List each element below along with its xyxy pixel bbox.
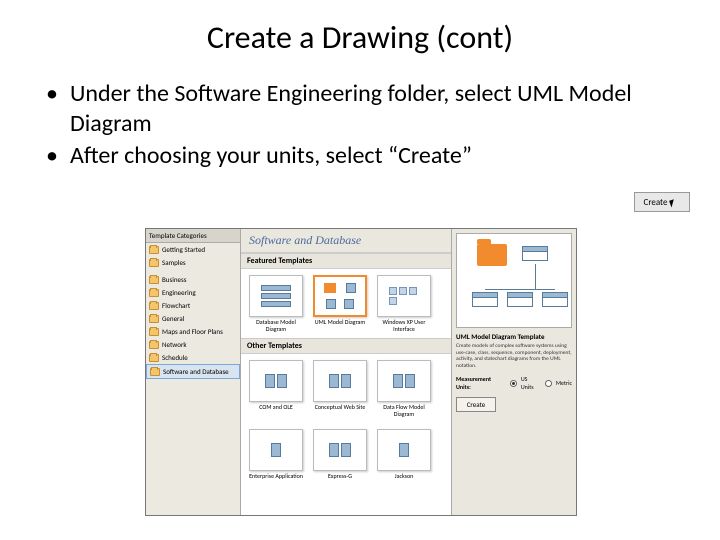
uml-class-icon: [542, 292, 568, 307]
create-button-label: Create: [644, 197, 668, 208]
sidebar-label: Samples: [162, 258, 186, 267]
folder-icon: [149, 302, 159, 310]
folder-icon: [149, 341, 159, 349]
sidebar-header: Template Categories: [146, 229, 240, 243]
uml-package-icon: [477, 244, 507, 266]
sidebar-item-flowchart[interactable]: Flowchart: [146, 299, 240, 312]
sidebar-item-schedule[interactable]: Schedule: [146, 351, 240, 364]
create-button[interactable]: Create: [456, 397, 496, 412]
folder-icon: [149, 289, 159, 297]
template-categories-sidebar: Template Categories Getting Started Samp…: [146, 229, 241, 515]
template-thumb: [377, 429, 431, 471]
sidebar-label: Business: [162, 275, 186, 284]
template-label: Data Flow Model Diagram: [375, 404, 433, 417]
template-label: Express-G: [328, 473, 352, 480]
folder-icon: [149, 259, 159, 267]
template-label: Jackson: [395, 473, 414, 480]
template-thumb: [249, 429, 303, 471]
units-label: Measurement Units:: [456, 375, 506, 391]
sidebar-label: General: [162, 314, 184, 323]
preview-image: [456, 233, 572, 328]
folder-icon: [149, 315, 159, 323]
radio-metric[interactable]: [545, 380, 552, 387]
preview-title: UML Model Diagram Template: [456, 332, 572, 341]
template-thumb: [249, 275, 303, 317]
sidebar-item-general[interactable]: General: [146, 312, 240, 325]
other-row-2: Enterprise Application Express-G Jackson: [241, 423, 451, 486]
template-jackson[interactable]: Jackson: [375, 429, 433, 480]
template-conceptual-web[interactable]: Conceptual Web Site: [311, 360, 369, 417]
template-label: Windows XP User Interface: [375, 319, 433, 332]
slide-title: Create a Drawing (cont): [0, 0, 720, 79]
folder-icon: [149, 246, 159, 254]
template-thumb: [313, 275, 367, 317]
sidebar-label: Network: [162, 340, 187, 349]
cursor-icon: [670, 197, 682, 207]
template-thumb: [377, 275, 431, 317]
preview-description: Create models of complex software system…: [456, 343, 572, 369]
sidebar-label: Getting Started: [162, 245, 205, 254]
folder-icon: [149, 354, 159, 362]
template-label: Conceptual Web Site: [315, 404, 366, 411]
sidebar-item-engineering[interactable]: Engineering: [146, 286, 240, 299]
template-label: COM and OLE: [259, 404, 293, 411]
create-button-callout: Create: [634, 192, 690, 212]
radio-us-label: US Units: [521, 375, 541, 391]
featured-section-label: Featured Templates: [241, 253, 451, 269]
template-label: Enterprise Application: [249, 473, 303, 480]
sidebar-item-network[interactable]: Network: [146, 338, 240, 351]
template-thumb: [249, 360, 303, 402]
featured-row: Database Model Diagram UML Model Diagram…: [241, 269, 451, 338]
gallery-header: Software and Database: [241, 229, 451, 253]
other-section-label: Other Templates: [241, 338, 451, 354]
radio-metric-label: Metric: [556, 379, 572, 387]
template-label: Database Model Diagram: [247, 319, 305, 332]
folder-icon: [149, 328, 159, 336]
sidebar-label: Software and Database: [163, 367, 229, 376]
template-gallery: Software and Database Featured Templates…: [241, 229, 451, 515]
template-enterprise-app[interactable]: Enterprise Application: [247, 429, 305, 480]
folder-icon: [149, 276, 159, 284]
sidebar-item-samples[interactable]: Samples: [146, 256, 240, 269]
template-com-ole[interactable]: COM and OLE: [247, 360, 305, 417]
sidebar-item-getting-started[interactable]: Getting Started: [146, 243, 240, 256]
uml-class-icon: [472, 292, 498, 307]
template-thumb: [313, 429, 367, 471]
measurement-units-row: Measurement Units: US Units Metric: [456, 375, 572, 391]
sidebar-label: Flowchart: [162, 301, 190, 310]
visio-new-drawing-screenshot: Template Categories Getting Started Samp…: [145, 228, 577, 516]
sidebar-item-software-database[interactable]: Software and Database: [146, 364, 240, 379]
template-uml-model[interactable]: UML Model Diagram: [311, 275, 369, 332]
bullet-list: Under the Software Engineering folder, s…: [0, 79, 720, 171]
template-thumb: [313, 360, 367, 402]
sidebar-label: Schedule: [162, 353, 188, 362]
template-dataflow[interactable]: Data Flow Model Diagram: [375, 360, 433, 417]
sidebar-item-business[interactable]: Business: [146, 273, 240, 286]
folder-icon: [150, 368, 160, 376]
sidebar-label: Maps and Floor Plans: [162, 327, 223, 336]
radio-us-units[interactable]: [510, 380, 517, 387]
uml-class-icon: [522, 246, 548, 261]
other-row-1: COM and OLE Conceptual Web Site Data Flo…: [241, 354, 451, 423]
template-thumb: [377, 360, 431, 402]
template-database-model[interactable]: Database Model Diagram: [247, 275, 305, 332]
uml-class-icon: [507, 292, 533, 307]
bullet-item: After choosing your units, select “Creat…: [70, 141, 684, 171]
preview-panel: ✕ UML Model Diagram Template Create mode…: [451, 229, 576, 515]
sidebar-item-maps[interactable]: Maps and Floor Plans: [146, 325, 240, 338]
template-express-g[interactable]: Express-G: [311, 429, 369, 480]
template-label: UML Model Diagram: [315, 319, 365, 326]
bullet-item: Under the Software Engineering folder, s…: [70, 79, 684, 139]
sidebar-label: Engineering: [162, 288, 196, 297]
template-winxp-ui[interactable]: Windows XP User Interface: [375, 275, 433, 332]
